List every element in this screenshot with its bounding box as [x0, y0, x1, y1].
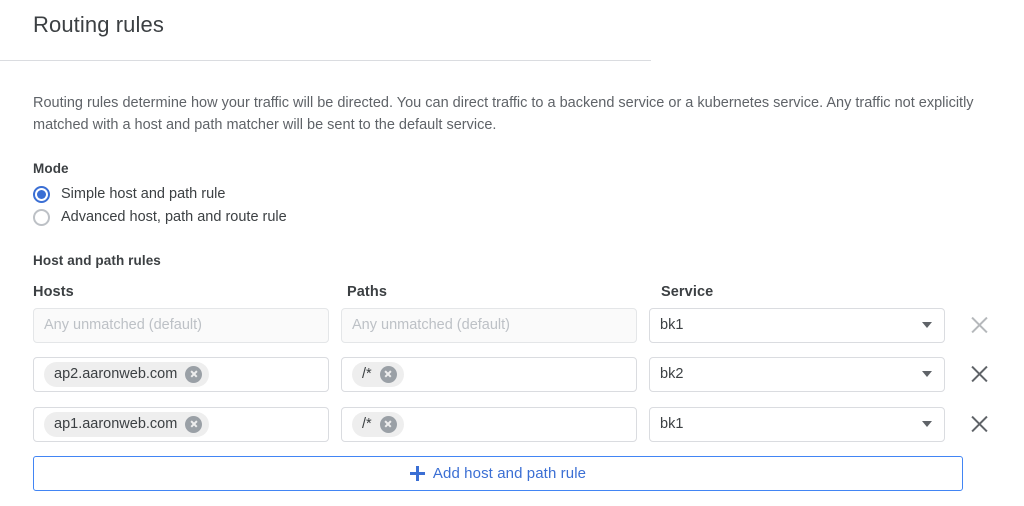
radio-button-icon[interactable]: [33, 208, 50, 226]
host-chip-label: ap1.aaronweb.com: [54, 416, 178, 432]
service-select[interactable]: bk2: [649, 356, 945, 392]
service-select[interactable]: bk1: [649, 406, 945, 442]
delete-row-button[interactable]: [965, 410, 993, 438]
paths-input[interactable]: Any unmatched (default): [341, 307, 638, 343]
delete-row-button[interactable]: [965, 360, 993, 388]
radio-label: Advanced host, path and route rule: [61, 209, 287, 225]
description-text: Routing rules determine how your traffic…: [33, 95, 974, 133]
service-select-value: bk1: [660, 317, 684, 333]
table-row: ap1.aaronweb.com /* bk1: [33, 406, 993, 442]
column-header-paths: Paths: [347, 284, 387, 300]
service-select[interactable]: bk1: [649, 307, 945, 343]
page-title: Routing rules: [33, 12, 164, 37]
radio-button-icon[interactable]: [33, 185, 50, 203]
column-header-service: Service: [661, 284, 714, 300]
radio-label: Simple host and path rule: [61, 186, 226, 202]
chevron-down-icon: [922, 371, 932, 377]
table-row: Any unmatched (default) Any unmatched (d…: [33, 307, 993, 343]
chevron-down-icon: [922, 421, 932, 427]
chevron-down-icon: [922, 322, 932, 328]
service-select-value: bk1: [660, 416, 684, 432]
chip-remove-icon[interactable]: [185, 415, 203, 433]
paths-placeholder: Any unmatched (default): [352, 317, 510, 333]
plus-icon: [409, 466, 425, 481]
host-and-path-rules-label: Host and path rules: [33, 253, 161, 268]
mode-group-label: Mode: [33, 161, 69, 176]
add-host-and-path-rule-button[interactable]: Add host and path rule: [33, 456, 963, 491]
service-select-value: bk2: [660, 366, 684, 382]
path-chip[interactable]: /*: [352, 411, 404, 437]
hosts-input[interactable]: Any unmatched (default): [33, 307, 330, 343]
host-chip-label: ap2.aaronweb.com: [54, 366, 178, 382]
hosts-input[interactable]: ap1.aaronweb.com: [33, 406, 330, 442]
chip-remove-icon[interactable]: [379, 415, 397, 433]
host-chip[interactable]: ap2.aaronweb.com: [44, 361, 210, 387]
path-chip-label: /*: [362, 416, 372, 432]
delete-row-button[interactable]: [965, 311, 993, 339]
hosts-input[interactable]: ap2.aaronweb.com: [33, 356, 330, 392]
column-header-hosts: Hosts: [33, 284, 74, 300]
path-chip[interactable]: /*: [352, 361, 404, 387]
path-chip-label: /*: [362, 366, 372, 382]
hosts-placeholder: Any unmatched (default): [44, 317, 202, 333]
chip-remove-icon[interactable]: [185, 365, 203, 383]
radio-advanced-host-path-and-route-rule[interactable]: Advanced host, path and route rule: [33, 206, 287, 228]
paths-input[interactable]: /*: [341, 356, 638, 392]
paths-input[interactable]: /*: [341, 406, 638, 442]
host-chip[interactable]: ap1.aaronweb.com: [44, 411, 210, 437]
table-row: ap2.aaronweb.com /* bk2: [33, 356, 993, 392]
radio-simple-host-and-path-rule[interactable]: Simple host and path rule: [33, 183, 225, 205]
chip-remove-icon[interactable]: [379, 365, 397, 383]
routing-rules-panel: Routing rules Routing rules determine ho…: [0, 0, 1024, 506]
add-host-and-path-rule-label: Add host and path rule: [432, 465, 587, 482]
header-divider: [0, 60, 651, 61]
